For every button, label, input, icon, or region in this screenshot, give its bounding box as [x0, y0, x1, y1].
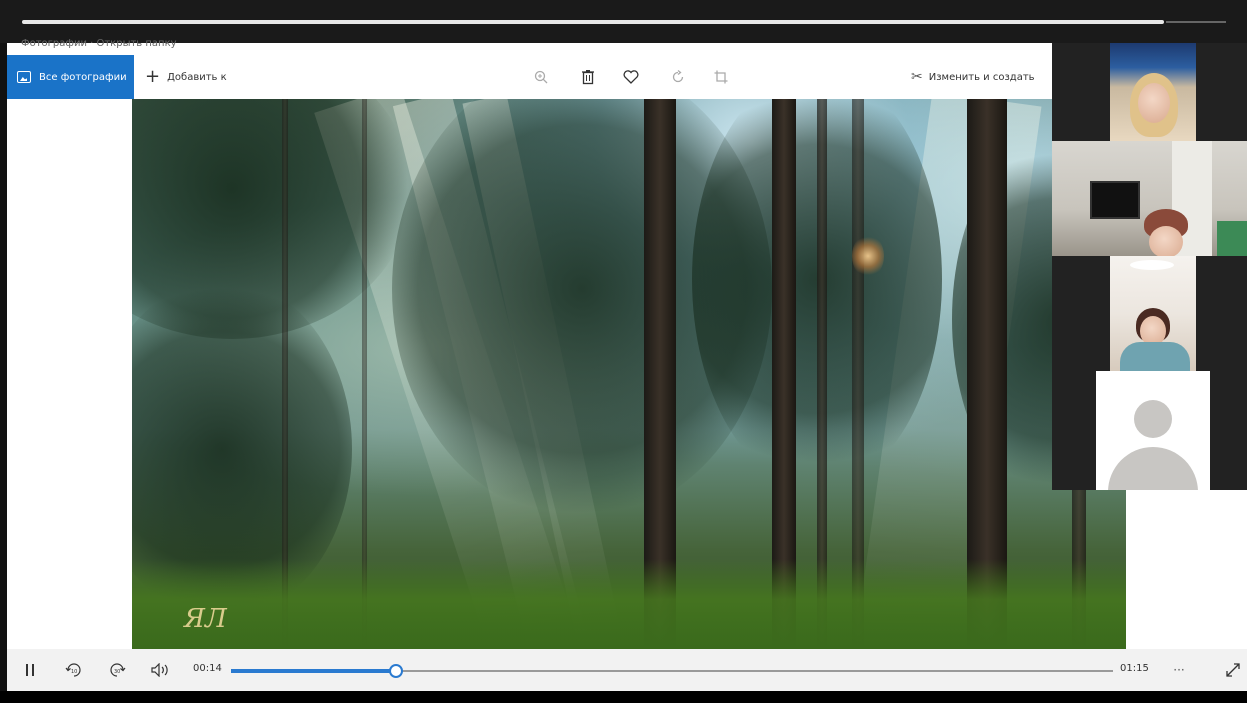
participant-shirt: [1120, 342, 1190, 371]
delete-icon[interactable]: [578, 67, 598, 87]
volume-button[interactable]: [150, 660, 172, 680]
edit-create-button[interactable]: ✂ Изменить и создать: [911, 55, 1035, 99]
pause-button[interactable]: [21, 660, 39, 680]
top-share-bar: [0, 0, 1247, 43]
screen: Фотографии · Открыть папку Все фотографи…: [0, 0, 1247, 703]
seek-bar-progress: [231, 669, 396, 673]
participant-tile-3[interactable]: [1110, 256, 1196, 371]
avatar-body: [1108, 447, 1198, 490]
share-progress-line: [22, 20, 1164, 24]
favorite-icon[interactable]: [621, 67, 641, 87]
edit-create-label: Изменить и создать: [928, 71, 1035, 83]
skip-forward-label: 30: [114, 669, 120, 675]
watermark: ЯЛ: [184, 604, 227, 634]
share-progress-rest: [1166, 21, 1226, 23]
avatar-head: [1134, 400, 1172, 438]
participant-tile-2[interactable]: [1052, 141, 1247, 256]
zoom-icon[interactable]: [531, 67, 551, 87]
bottom-bar: [0, 691, 1247, 703]
crop-icon[interactable]: [711, 67, 731, 87]
skip-forward-button[interactable]: 30: [107, 660, 127, 680]
breadcrumb: Фотографии · Открыть папку: [21, 38, 177, 48]
add-to-label: Добавить к: [167, 71, 227, 83]
photos-app-window: Фотографии · Открыть папку Все фотографи…: [7, 38, 1133, 649]
forest-video-frame[interactable]: ЯЛ: [132, 99, 1133, 649]
tv-in-room: [1090, 181, 1140, 219]
all-photos-button[interactable]: Все фотографии: [7, 55, 134, 99]
skip-back-button[interactable]: 10: [64, 660, 84, 680]
skip-back-label: 10: [71, 669, 77, 675]
participant-face: [1149, 226, 1183, 256]
total-time: 01:15: [1120, 663, 1149, 674]
all-photos-label: Все фотографии: [39, 71, 127, 83]
room-chair: [1217, 221, 1247, 256]
seek-thumb[interactable]: [388, 664, 403, 678]
current-time: 00:14: [193, 663, 222, 674]
fairy-sprite: [852, 234, 884, 278]
add-to-button[interactable]: + Добавить к: [145, 55, 227, 99]
participant-tile-1[interactable]: [1110, 43, 1196, 141]
left-panel: [7, 99, 132, 649]
fullscreen-button[interactable]: [1223, 660, 1243, 680]
participant-tile-4[interactable]: [1096, 371, 1210, 490]
participant-face: [1138, 83, 1170, 123]
edit-create-icon: ✂: [911, 69, 923, 85]
rotate-icon[interactable]: [668, 67, 688, 87]
forest-floor: [132, 559, 1133, 649]
video-letterbox: [1126, 490, 1247, 649]
photos-toolbar: Все фотографии + Добавить к ✂ Изменить и…: [7, 55, 1052, 99]
more-options-button[interactable]: ···: [1167, 660, 1191, 680]
ceiling-lamp: [1130, 260, 1174, 270]
plus-icon: +: [145, 66, 161, 87]
photos-icon: [17, 71, 31, 83]
media-controls: 10 30 00:14 01:15 ···: [7, 649, 1247, 691]
seek-bar[interactable]: [231, 664, 1113, 678]
